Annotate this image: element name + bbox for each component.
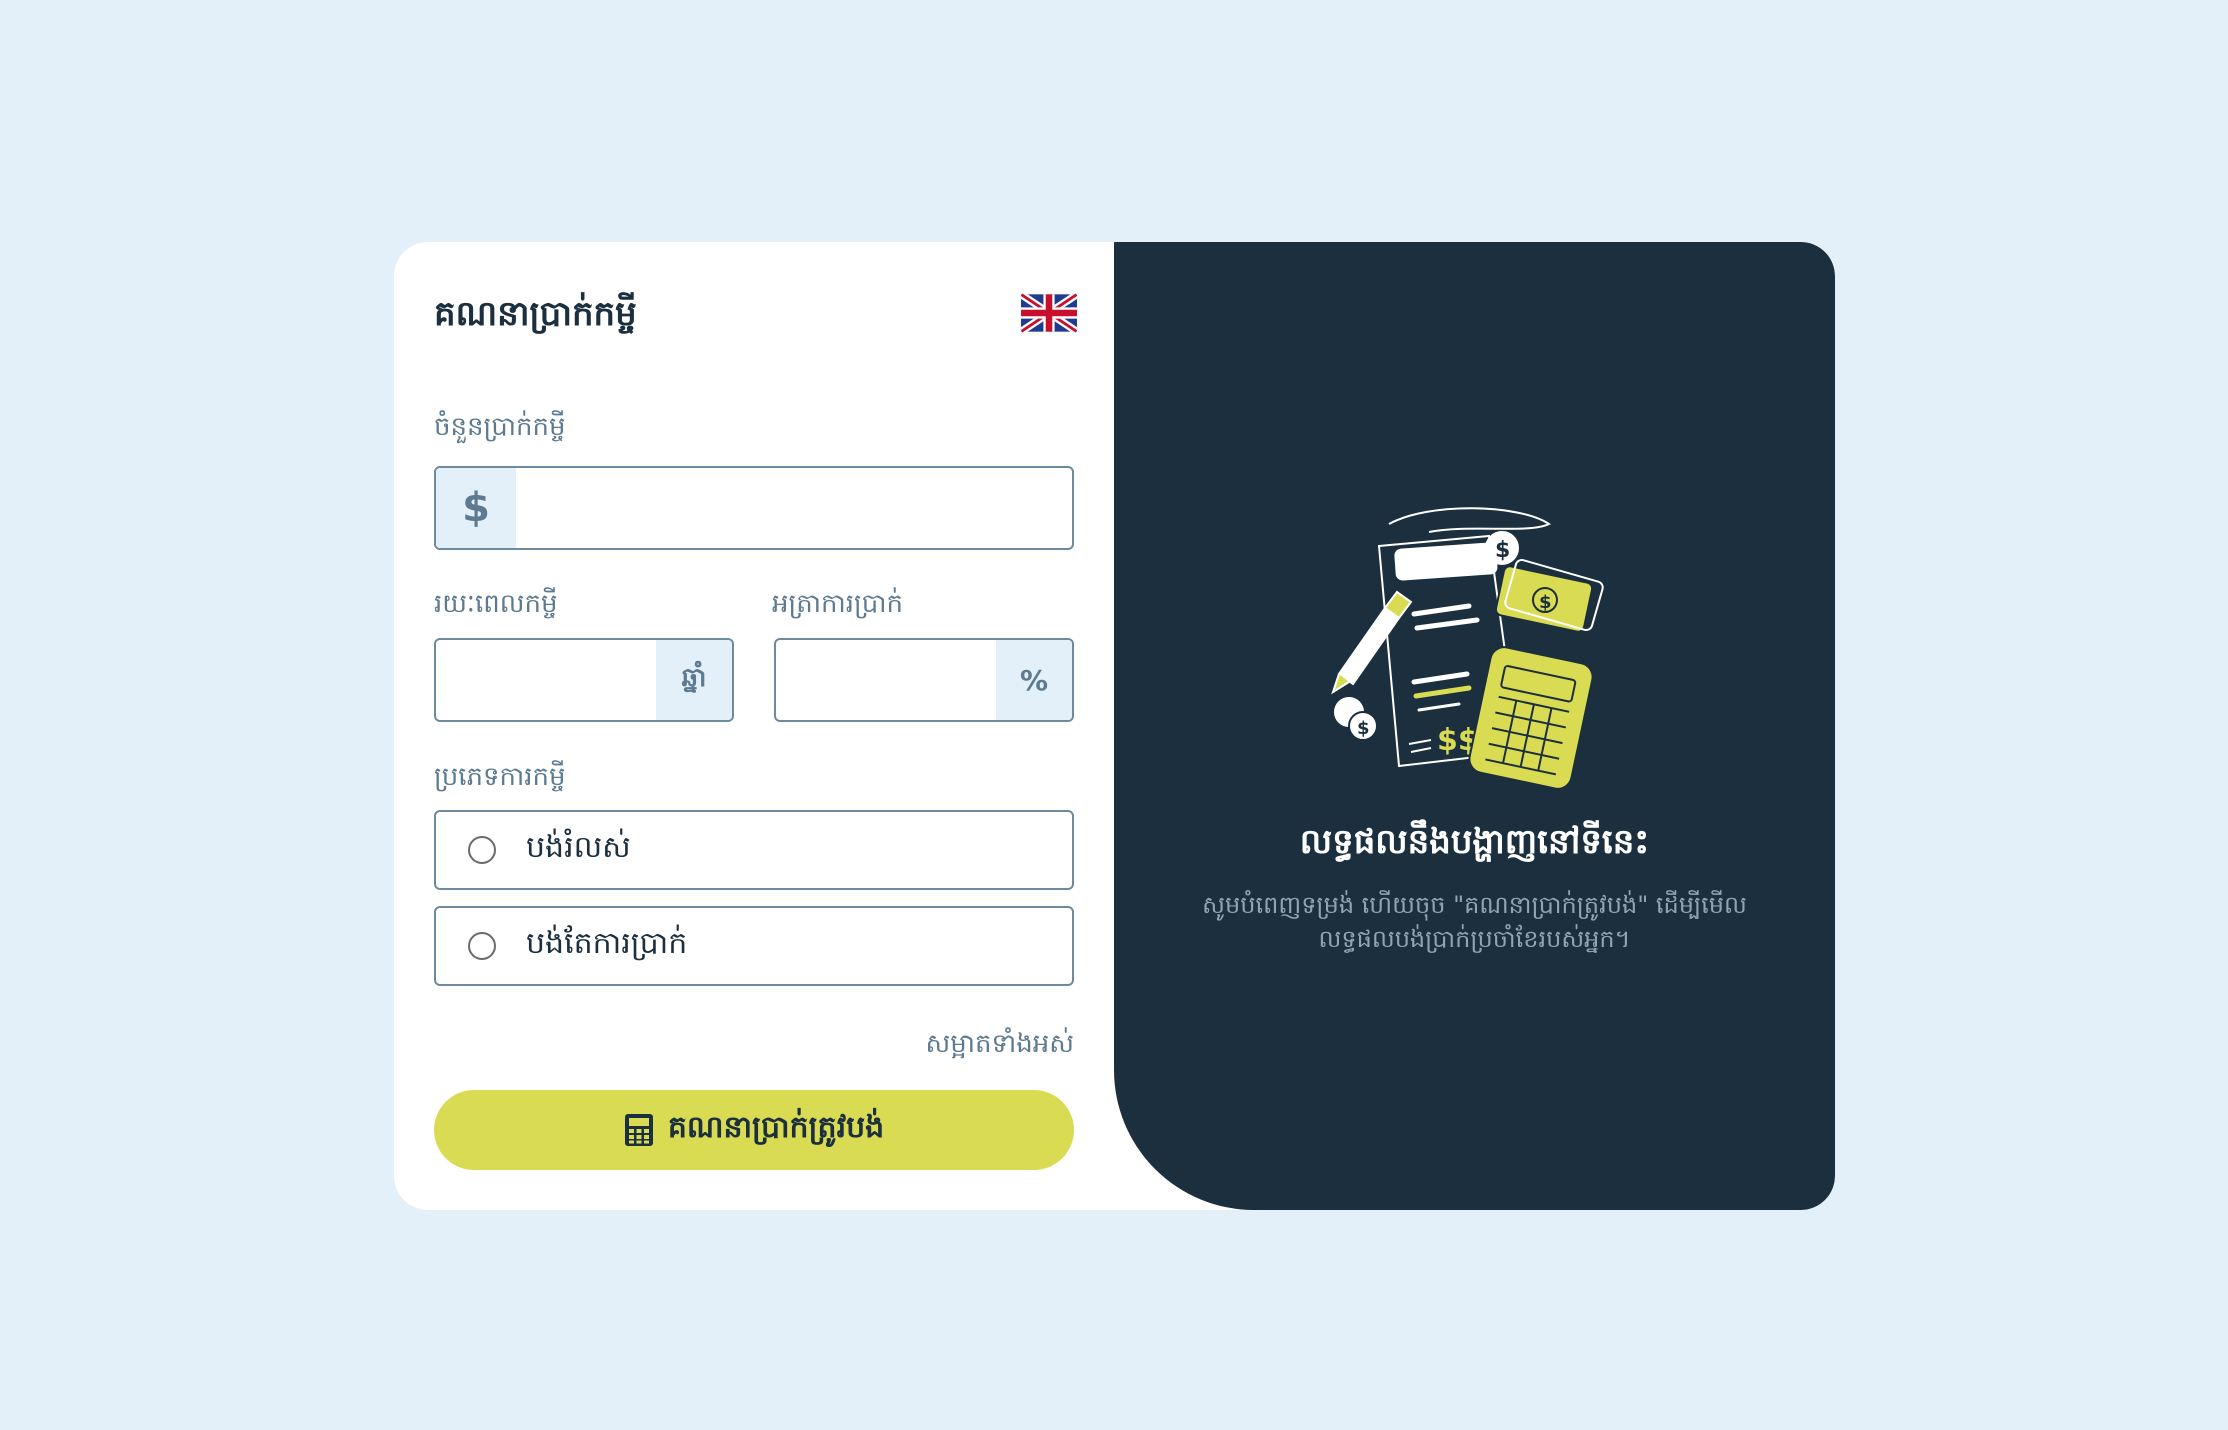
result-title: លទ្ធផលនឹងបង្ហាញនៅទីនេះ xyxy=(1299,822,1650,862)
calculate-button[interactable]: គណនាប្រាក់ត្រូវបង់ xyxy=(434,1090,1074,1170)
form-pane: គណនាប្រាក់កម្ចី ចំនួនប្រាក់កម្ចី $ រយៈពេ… xyxy=(394,242,1114,1210)
clear-all-link[interactable]: សម្អាតទាំងអស់ xyxy=(925,1027,1074,1065)
loan-type-option-interest-only[interactable]: បង់តែការប្រាក់ xyxy=(434,906,1074,986)
radio-label: បង់តែការប្រាក់ xyxy=(526,926,688,961)
uk-flag-icon[interactable] xyxy=(1021,293,1077,333)
calculate-button-label: គណនាប្រាក់ត្រូវបង់ xyxy=(667,1110,885,1145)
interest-rate-field: % xyxy=(774,638,1074,722)
loan-amount-input[interactable] xyxy=(516,468,1072,548)
dollar-icon: $ xyxy=(436,468,516,548)
radio-circle[interactable] xyxy=(468,932,496,960)
loan-amount-field: $ xyxy=(434,466,1074,550)
svg-text:$: $ xyxy=(1357,718,1370,739)
loan-amount-label: ចំនួនប្រាក់កម្ចី xyxy=(434,412,566,442)
loan-term-label: រយៈពេលកម្ចី xyxy=(434,589,558,619)
svg-text:$: $ xyxy=(1495,538,1510,563)
interest-rate-input[interactable] xyxy=(776,640,996,720)
loan-term-input[interactable] xyxy=(436,640,656,720)
radio-label: បង់រំលស់ xyxy=(526,830,631,865)
percent-icon: % xyxy=(996,640,1072,720)
result-description: សូមបំពេញទម្រង់ ហើយចុច "គណនាប្រាក់ត្រូវបង… xyxy=(1202,891,1747,953)
loan-term-field: ឆ្នាំ xyxy=(434,638,734,722)
interest-rate-label: អត្រាការប្រាក់ xyxy=(772,589,904,619)
calculator-icon xyxy=(624,1113,654,1147)
finance-calculator-illustration: $$$ $ $ $ xyxy=(1319,504,1629,794)
loan-term-unit: ឆ្នាំ xyxy=(656,640,732,720)
loan-type-label: ប្រភេទការកម្ចី xyxy=(434,762,566,792)
page-title: គណនាប្រាក់កម្ចី xyxy=(434,294,637,334)
loan-type-option-amortized[interactable]: បង់រំលស់ xyxy=(434,810,1074,890)
loan-calculator-card: គណនាប្រាក់កម្ចី ចំនួនប្រាក់កម្ចី $ រយៈពេ… xyxy=(394,242,1835,1210)
svg-text:$: $ xyxy=(1539,592,1552,613)
radio-circle[interactable] xyxy=(468,836,496,864)
result-pane: $$$ $ $ $ លទ្ធផលនឹងបង្ហាញនៅទីនេះ សូមបំពេ… xyxy=(1114,242,1835,1210)
